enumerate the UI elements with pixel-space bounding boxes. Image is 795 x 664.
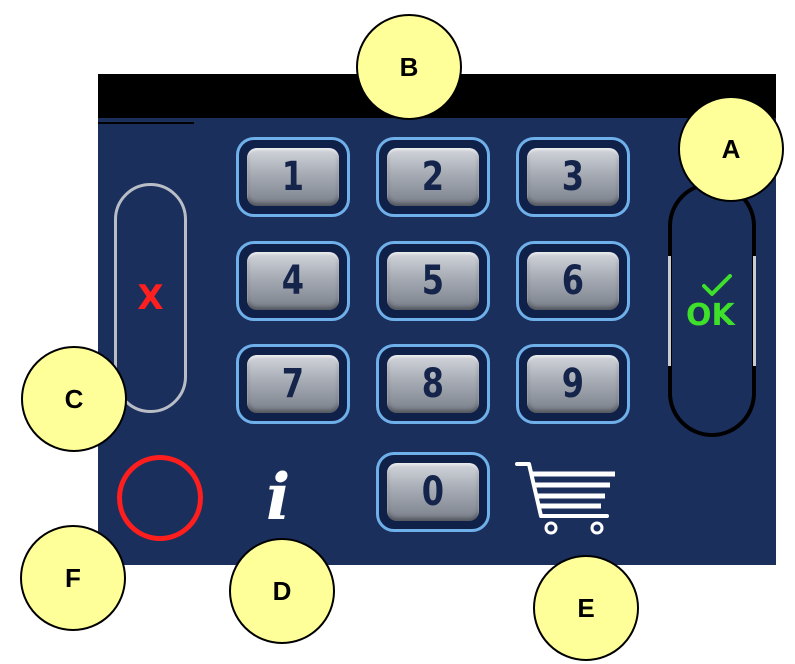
cancel-button[interactable]: X	[114, 183, 187, 413]
ok-button[interactable]: OK	[668, 182, 756, 437]
callout-b: B	[356, 14, 462, 120]
key-8-label: 8	[421, 361, 445, 407]
key-9-label: 9	[561, 361, 585, 407]
callout-e-label: E	[577, 592, 595, 623]
info-icon[interactable]: i	[266, 466, 290, 530]
key-6-label: 6	[561, 258, 585, 304]
callout-d-label: D	[272, 575, 292, 606]
callout-d: D	[229, 538, 335, 644]
red-ring-indicator	[117, 455, 203, 541]
callout-c-label: C	[64, 383, 84, 414]
callout-f: F	[20, 525, 126, 631]
key-1-label: 1	[281, 154, 305, 200]
key-5-label: 5	[421, 258, 445, 304]
divider	[98, 122, 194, 124]
callout-a-label: A	[721, 133, 741, 164]
callout-a: A	[678, 96, 784, 202]
callout-b-label: B	[399, 51, 419, 82]
callout-e: E	[533, 555, 639, 661]
ok-right-bar	[753, 256, 756, 366]
key-0[interactable]: 0	[376, 452, 490, 532]
key-2[interactable]: 2	[376, 137, 490, 217]
key-5[interactable]: 5	[376, 241, 490, 321]
key-4[interactable]: 4	[236, 241, 350, 321]
key-9[interactable]: 9	[516, 344, 630, 424]
key-1[interactable]: 1	[236, 137, 350, 217]
cancel-label: X	[137, 278, 164, 318]
key-7[interactable]: 7	[236, 344, 350, 424]
key-3-label: 3	[561, 154, 585, 200]
key-6[interactable]: 6	[516, 241, 630, 321]
key-4-label: 4	[281, 258, 305, 304]
cart-icon[interactable]	[515, 458, 621, 538]
key-8[interactable]: 8	[376, 344, 490, 424]
key-0-label: 0	[421, 469, 445, 515]
callout-c: C	[21, 346, 127, 452]
key-2-label: 2	[421, 154, 445, 200]
checkmark-icon	[702, 274, 732, 296]
key-3[interactable]: 3	[516, 137, 630, 217]
callout-f-label: F	[65, 562, 81, 593]
key-7-label: 7	[281, 361, 305, 407]
ok-left-bar	[668, 256, 671, 366]
ok-label: OK	[686, 298, 735, 333]
